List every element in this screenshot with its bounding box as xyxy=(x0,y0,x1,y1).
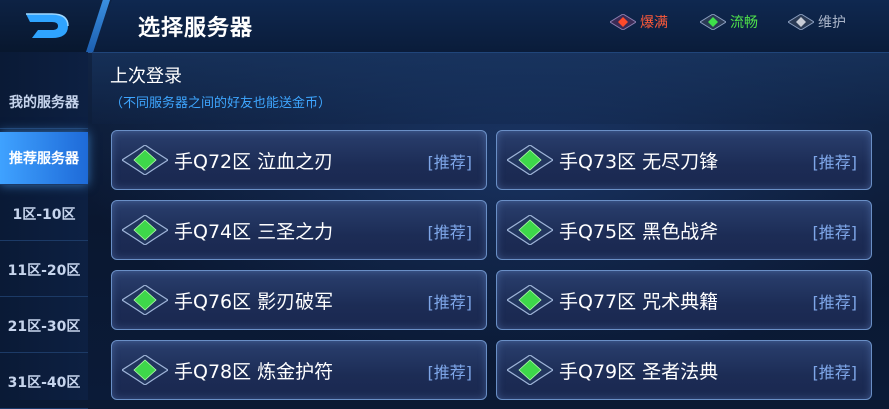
legend-full: 爆满 xyxy=(610,12,668,32)
server-name: 手Q75区 黑色战斧 xyxy=(559,221,719,243)
sidebar-item-zone-31-40[interactable]: 31区-40区 xyxy=(0,356,88,409)
green-gem-icon xyxy=(122,145,168,175)
sidebar-item-zone-11-20[interactable]: 11区-20区 xyxy=(0,244,88,297)
server-card[interactable]: 手Q74区 三圣之力 [推荐] xyxy=(111,200,487,260)
recommend-tag: [推荐] xyxy=(812,293,858,312)
server-name: 手Q73区 无尽刀锋 xyxy=(559,151,719,173)
sidebar-item-zone-1-10[interactable]: 1区-10区 xyxy=(0,188,88,241)
green-gem-icon xyxy=(122,355,168,385)
green-gem-icon xyxy=(507,145,553,175)
server-name: 手Q79区 圣者法典 xyxy=(559,361,719,383)
server-card[interactable]: 手Q77区 咒术典籍 [推荐] xyxy=(496,270,872,330)
green-gem-icon xyxy=(507,355,553,385)
recommend-tag: [推荐] xyxy=(812,363,858,382)
green-gem-icon xyxy=(507,285,553,315)
page-title: 选择服务器 xyxy=(138,16,254,41)
back-logo-icon xyxy=(26,13,69,38)
legend-maintenance: 维护 xyxy=(788,12,846,32)
server-card[interactable]: 手Q78区 炼金护符 [推荐] xyxy=(111,340,487,400)
server-card[interactable]: 手Q79区 圣者法典 [推荐] xyxy=(496,340,872,400)
green-gem-icon xyxy=(122,285,168,315)
sidebar-item-recommended[interactable]: 推荐服务器 xyxy=(0,132,88,185)
server-card[interactable]: 手Q73区 无尽刀锋 [推荐] xyxy=(496,130,872,190)
server-name: 手Q78区 炼金护符 xyxy=(174,361,334,383)
legend-smooth-label: 流畅 xyxy=(730,15,758,31)
gray-gem-icon xyxy=(788,14,814,30)
recommend-tag: [推荐] xyxy=(427,363,473,382)
header-bar: 选择服务器 爆满 流畅 维护 xyxy=(0,0,889,53)
last-login-title: 上次登录 xyxy=(110,66,182,87)
green-gem-icon xyxy=(700,14,726,30)
legend-full-label: 爆满 xyxy=(640,15,668,31)
green-gem-icon xyxy=(122,215,168,245)
legend-maintenance-label: 维护 xyxy=(818,15,846,31)
recommend-tag: [推荐] xyxy=(812,223,858,242)
server-name: 手Q72区 泣血之刃 xyxy=(174,151,334,173)
last-login-note: （不同服务器之间的好友也能送金币） xyxy=(110,96,332,111)
recommend-tag: [推荐] xyxy=(427,223,473,242)
server-name: 手Q76区 影刃破军 xyxy=(174,291,334,313)
server-name: 手Q77区 咒术典籍 xyxy=(559,291,719,313)
green-gem-icon xyxy=(507,215,553,245)
server-name: 手Q74区 三圣之力 xyxy=(174,221,334,243)
recommend-tag: [推荐] xyxy=(427,293,473,312)
server-card[interactable]: 手Q72区 泣血之刃 [推荐] xyxy=(111,130,487,190)
sidebar: 我的服务器 推荐服务器 1区-10区 11区-20区 21区-30区 31区-4… xyxy=(0,52,88,409)
sidebar-item-zone-21-30[interactable]: 21区-30区 xyxy=(0,300,88,353)
server-card[interactable]: 手Q75区 黑色战斧 [推荐] xyxy=(496,200,872,260)
legend-smooth: 流畅 xyxy=(700,12,758,32)
recommend-tag: [推荐] xyxy=(427,153,473,172)
recommend-tag: [推荐] xyxy=(812,153,858,172)
red-gem-icon xyxy=(610,14,636,30)
sidebar-item-my-servers[interactable]: 我的服务器 xyxy=(0,76,88,129)
server-card[interactable]: 手Q76区 影刃破军 [推荐] xyxy=(111,270,487,330)
last-login-panel: 上次登录 （不同服务器之间的好友也能送金币） xyxy=(92,52,889,124)
